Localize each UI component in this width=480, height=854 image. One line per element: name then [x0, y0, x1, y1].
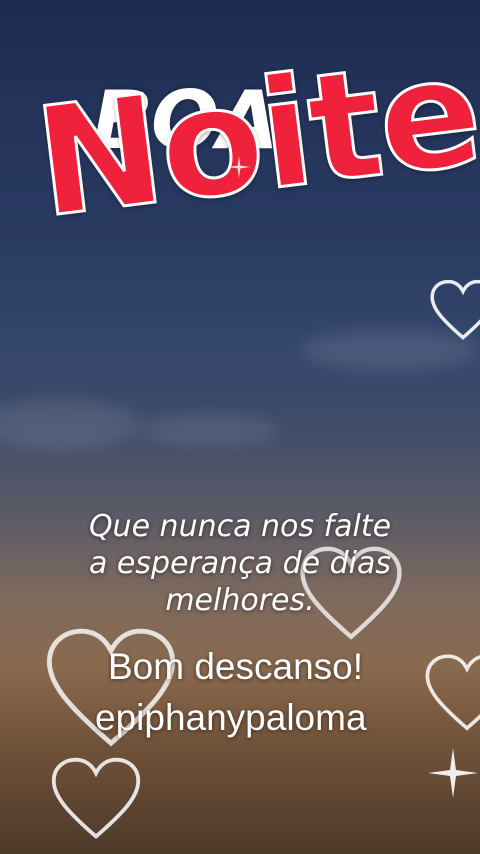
quote-line: Que nunca nos falte [88, 509, 392, 544]
heart-outline-icon [430, 279, 480, 340]
greeting-noite: Noite [26, 23, 480, 253]
heart-outline-icon [425, 654, 480, 731]
sparkle-icon [228, 156, 250, 178]
quote-line: melhores. [165, 583, 315, 618]
heart-outline-icon [51, 757, 141, 840]
sign-off-text: Bom descanso! [108, 646, 364, 687]
cloud [0, 400, 140, 450]
heart-outline-icon [46, 628, 176, 747]
author-signature: epiphanypaloma [95, 697, 367, 738]
quote-line: a esperança de dias [88, 546, 392, 581]
quote-text: Que nunca nos falte a esperança de dias … [40, 508, 440, 619]
sparkle-icon [428, 748, 478, 798]
cloud [140, 415, 280, 445]
night-sky-background: BOA Noite Que nunca nos falte a esperanç… [0, 0, 480, 854]
